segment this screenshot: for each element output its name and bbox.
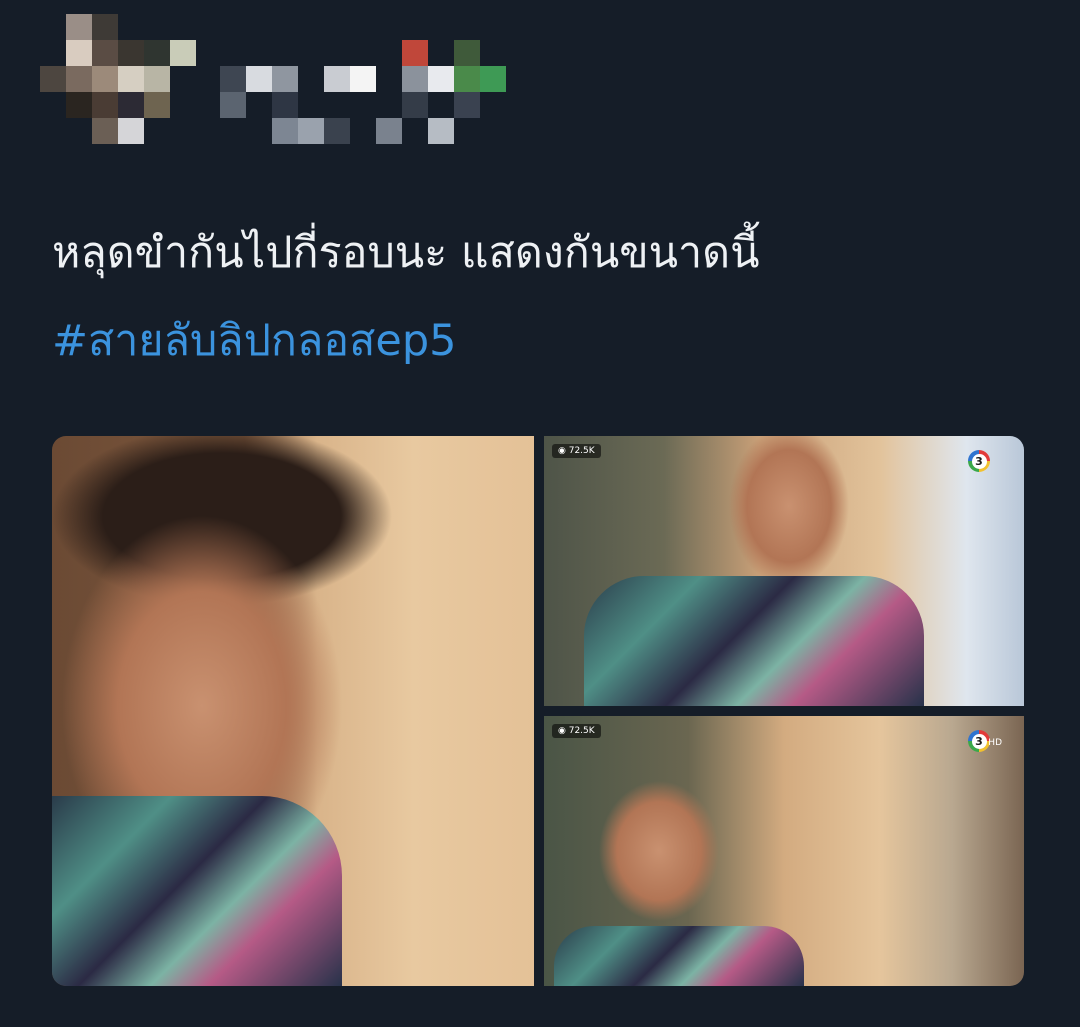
photo-3-shirt [554,926,804,986]
media-grid: ◉ 72.5K 3 ◉ 72.5K 3 HD [52,436,1024,986]
view-count-badge: ◉ 72.5K [552,724,601,738]
photo-2-shirt [584,576,924,706]
tweet-text: หลุดขำกันไปกี่รอบนะ แสดงกันขนาดนี้ [52,228,760,278]
hd-label: HD [988,738,1002,748]
username-censored[interactable] [220,40,510,148]
channel-logo: 3 [968,450,990,472]
channel-number: 3 [971,453,987,469]
channel-logo: 3 [968,730,990,752]
avatar-censored[interactable] [40,14,196,172]
photo-1-shirt [52,796,342,986]
hashtag-link[interactable]: #สายลับลิปกลอสep5 [52,310,456,372]
eye-icon: ◉ [558,726,566,736]
channel-number: 3 [971,733,987,749]
view-count: 72.5K [568,726,595,736]
photo-2[interactable]: ◉ 72.5K 3 [544,436,1024,706]
view-count-badge: ◉ 72.5K [552,444,601,458]
photo-1[interactable] [52,436,534,986]
view-count: 72.5K [568,446,595,456]
eye-icon: ◉ [558,446,566,456]
tweet-card: หลุดขำกันไปกี่รอบนะ แสดงกันขนาดนี้ #สายล… [0,0,1080,1027]
photo-3[interactable]: ◉ 72.5K 3 HD [544,716,1024,986]
